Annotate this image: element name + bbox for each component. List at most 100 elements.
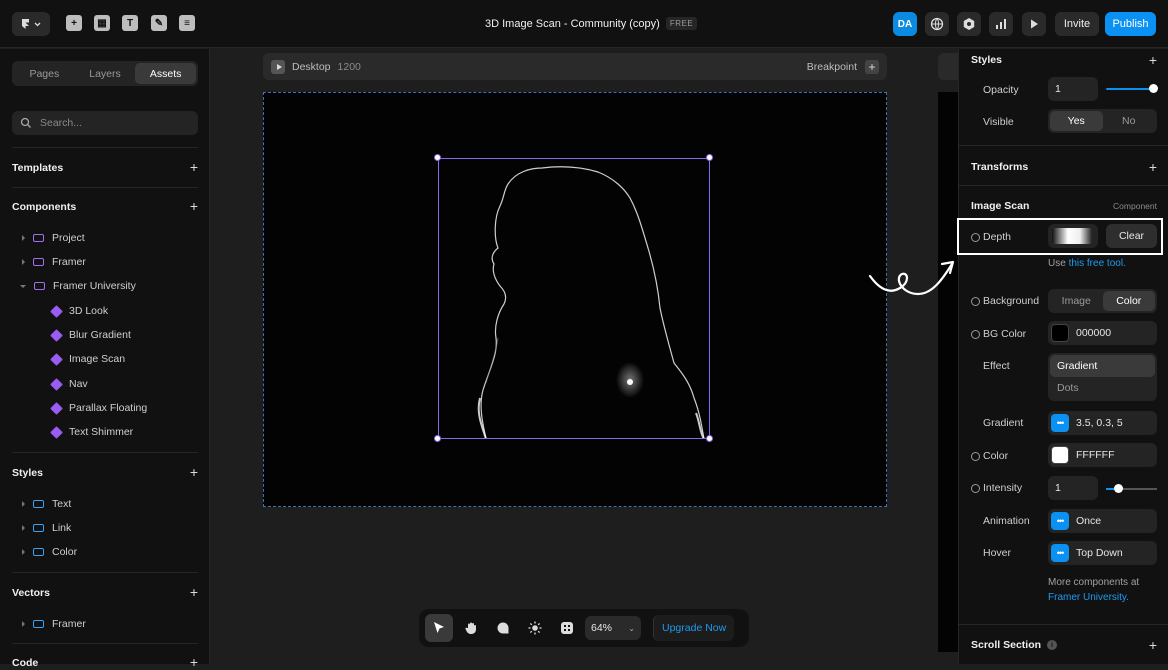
- color-swatch[interactable]: [1051, 324, 1069, 342]
- framer-university-link[interactable]: Framer University.: [1048, 590, 1139, 605]
- tab-layers[interactable]: Layers: [75, 63, 136, 84]
- opacity-slider-thumb[interactable]: [1149, 84, 1158, 93]
- add-template-icon[interactable]: +: [190, 160, 198, 174]
- resize-handle[interactable]: [434, 435, 441, 442]
- visible-yes-option[interactable]: Yes: [1050, 111, 1103, 131]
- styles-panel-header[interactable]: Styles +: [971, 53, 1157, 67]
- more-dots-icon[interactable]: •••: [1051, 512, 1069, 530]
- tree-item-link[interactable]: Link: [22, 522, 71, 534]
- grid-tool-icon[interactable]: [553, 614, 581, 642]
- color-input[interactable]: FFFFFF: [1048, 443, 1157, 467]
- visible-label: Visible: [983, 116, 1014, 128]
- components-section[interactable]: Components +: [12, 199, 198, 213]
- breakpoint-bar[interactable]: Desktop 1200 Breakpoint +: [263, 53, 887, 80]
- select-tool-icon[interactable]: [425, 614, 453, 642]
- tree-item-framer[interactable]: Framer: [22, 256, 86, 268]
- resize-handle[interactable]: [706, 154, 713, 161]
- tab-assets[interactable]: Assets: [135, 63, 197, 84]
- hover-input[interactable]: ••• Top Down: [1048, 541, 1157, 565]
- preview-play-icon[interactable]: [1022, 12, 1046, 36]
- tree-item-color[interactable]: Color: [22, 546, 77, 558]
- layout-icon[interactable]: ▦: [94, 15, 110, 31]
- tree-label: Framer University: [53, 280, 136, 292]
- tree-item-text-shimmer[interactable]: Text Shimmer: [50, 425, 133, 439]
- add-transform-icon[interactable]: +: [1149, 160, 1157, 174]
- chevron-down-icon: ⌄: [628, 623, 635, 633]
- effect-gradient-option[interactable]: Gradient: [1050, 355, 1155, 377]
- add-vector-icon[interactable]: +: [190, 585, 198, 599]
- tree-item-text[interactable]: Text: [22, 498, 71, 510]
- add-breakpoint[interactable]: Breakpoint +: [807, 59, 879, 74]
- bg-color-value: 000000: [1076, 327, 1112, 339]
- tree-item-blur-gradient[interactable]: Blur Gradient: [50, 328, 131, 342]
- tree-item-image-scan[interactable]: Image Scan: [50, 352, 125, 366]
- selection-box[interactable]: [438, 158, 710, 439]
- caret-down-icon: [20, 284, 26, 288]
- analytics-icon[interactable]: [989, 12, 1013, 36]
- text-icon[interactable]: T: [122, 15, 138, 31]
- vectors-section[interactable]: Vectors +: [12, 585, 198, 599]
- color-swatch[interactable]: [1051, 446, 1069, 464]
- add-scroll-section-icon[interactable]: +: [1149, 638, 1157, 652]
- theme-sun-icon[interactable]: [521, 614, 549, 642]
- background-toggle: Image Color: [1048, 289, 1157, 313]
- bottom-toolbar: 64% ⌄ Upgrade Now: [419, 609, 749, 647]
- free-tool-link[interactable]: this free tool.: [1069, 258, 1126, 269]
- add-code-icon[interactable]: +: [190, 655, 198, 669]
- bg-color-input[interactable]: 000000: [1048, 321, 1157, 345]
- tree-item-3d-look[interactable]: 3D Look: [50, 304, 108, 318]
- hand-tool-icon[interactable]: [457, 614, 485, 642]
- add-component-icon[interactable]: +: [190, 199, 198, 213]
- info-icon[interactable]: i: [1047, 640, 1058, 650]
- resize-handle[interactable]: [434, 154, 441, 161]
- animation-input[interactable]: ••• Once: [1048, 509, 1157, 533]
- vector-icon[interactable]: ✎: [151, 15, 167, 31]
- globe-icon[interactable]: [925, 12, 949, 36]
- styles-heading: Styles: [12, 467, 43, 479]
- intensity-slider-track[interactable]: [1118, 488, 1157, 490]
- more-dots-icon[interactable]: •••: [1051, 544, 1069, 562]
- tree-item-framer-university[interactable]: Framer University: [20, 280, 136, 292]
- animation-label: Animation: [983, 515, 1030, 527]
- effect-dots-option[interactable]: Dots: [1050, 377, 1155, 399]
- tree-item-project[interactable]: Project: [22, 232, 85, 244]
- folder-icon: [33, 548, 44, 556]
- framer-menu-button[interactable]: [12, 12, 50, 36]
- publish-button[interactable]: Publish: [1105, 12, 1156, 36]
- scroll-section-header[interactable]: Scroll Section i +: [971, 638, 1157, 652]
- cms-icon[interactable]: ≡: [179, 15, 195, 31]
- code-section[interactable]: Code +: [12, 655, 198, 669]
- invite-button[interactable]: Invite: [1055, 12, 1099, 36]
- add-style-icon[interactable]: +: [1149, 53, 1157, 67]
- resize-handle[interactable]: [706, 435, 713, 442]
- preview-play-icon[interactable]: [271, 59, 285, 74]
- upgrade-button[interactable]: Upgrade Now: [653, 615, 735, 641]
- transforms-header[interactable]: Transforms +: [971, 160, 1157, 174]
- gradient-input[interactable]: ••• 3.5, 0.3, 5: [1048, 411, 1157, 435]
- vectors-heading: Vectors: [12, 587, 50, 599]
- zoom-select[interactable]: 64% ⌄: [585, 616, 641, 640]
- tree-item-nav[interactable]: Nav: [50, 377, 88, 391]
- tree-item-parallax-floating[interactable]: Parallax Floating: [50, 401, 147, 415]
- add-style-icon[interactable]: +: [190, 465, 198, 479]
- background-color-option[interactable]: Color: [1102, 291, 1155, 311]
- opacity-input[interactable]: 1: [1048, 77, 1098, 101]
- opacity-slider-track[interactable]: [1106, 88, 1154, 90]
- avatar[interactable]: DA: [893, 12, 917, 36]
- intensity-slider-thumb[interactable]: [1114, 484, 1123, 493]
- tree-item-vector-framer[interactable]: Framer: [22, 618, 86, 630]
- comment-tool-icon[interactable]: [489, 614, 517, 642]
- more-components-text: More components at: [1048, 577, 1140, 588]
- search-input[interactable]: Search...: [12, 111, 198, 135]
- more-dots-icon[interactable]: •••: [1051, 414, 1069, 432]
- settings-hex-icon[interactable]: [957, 12, 981, 36]
- styles-section[interactable]: Styles +: [12, 465, 198, 479]
- component-icon: [50, 425, 63, 439]
- tab-pages[interactable]: Pages: [14, 63, 75, 84]
- intensity-input[interactable]: 1: [1048, 476, 1098, 500]
- background-image-option[interactable]: Image: [1050, 291, 1103, 311]
- zoom-value: 64%: [591, 622, 613, 634]
- visible-no-option[interactable]: No: [1103, 111, 1156, 131]
- templates-section[interactable]: Templates +: [12, 160, 198, 174]
- insert-icon[interactable]: +: [66, 15, 82, 31]
